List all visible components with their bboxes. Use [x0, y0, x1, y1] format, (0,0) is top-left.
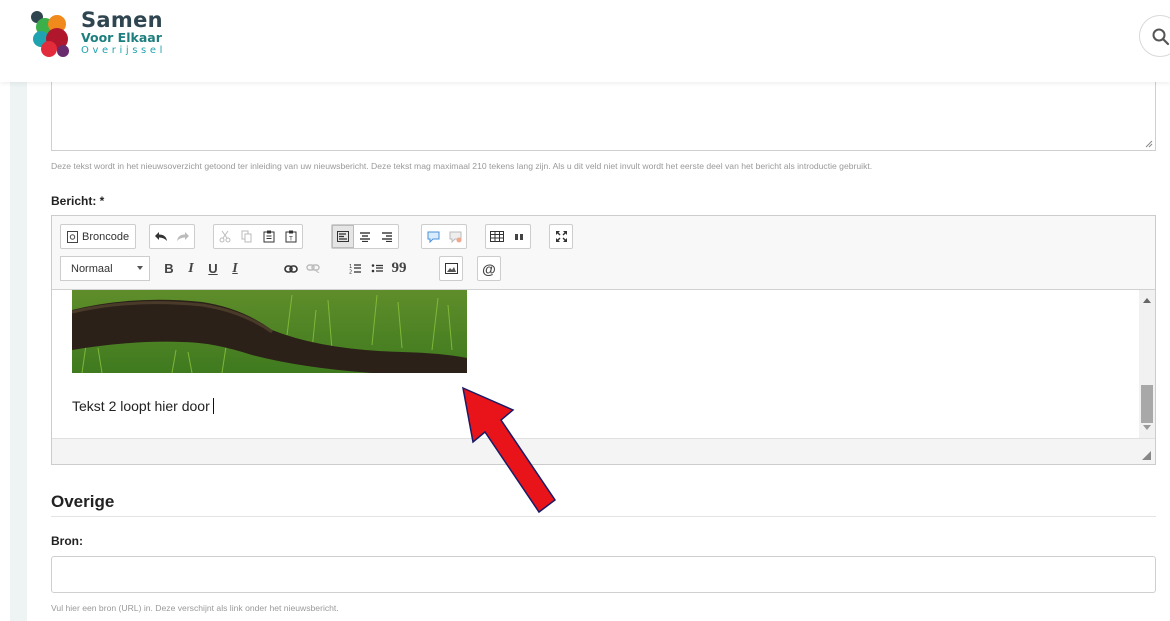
copy-icon	[241, 230, 252, 243]
columns-icon	[515, 233, 523, 240]
section-divider	[51, 516, 1156, 517]
remove-comment-icon	[449, 231, 461, 243]
chevron-down-icon	[137, 266, 143, 270]
table-group	[485, 224, 531, 249]
basic-styles-group: B I U I	[158, 256, 246, 281]
source-button[interactable]: Broncode	[61, 225, 135, 248]
image-group	[439, 256, 463, 281]
table-icon	[490, 231, 504, 242]
comment-button[interactable]	[422, 225, 444, 248]
logo-title: Samen	[81, 8, 163, 32]
link-button[interactable]	[280, 257, 302, 280]
source-help-text: Vul hier een bron (URL) in. Deze verschi…	[51, 603, 339, 613]
paste-text-button[interactable]: T	[280, 225, 302, 248]
site-logo[interactable]: Samen Voor Elkaar Overijssel	[27, 9, 177, 61]
left-sidebar-stripe	[10, 82, 27, 621]
paste-icon	[263, 230, 275, 243]
columns-button[interactable]	[508, 225, 530, 248]
search-button[interactable]	[1139, 15, 1170, 57]
text-cursor	[212, 398, 214, 414]
editor-content-area[interactable]: Tekst 2 loopt hier door	[52, 290, 1155, 438]
editor-resize-icon[interactable]	[1142, 451, 1151, 460]
image-button[interactable]	[440, 257, 462, 280]
logo-region: Overijssel	[81, 45, 166, 56]
format-select-value: Normaal	[71, 262, 113, 275]
align-left-button[interactable]	[332, 225, 354, 248]
list-group: 12 99	[344, 256, 410, 281]
bold-button[interactable]: B	[158, 257, 180, 280]
paste-button[interactable]	[258, 225, 280, 248]
clipboard-group: T	[213, 224, 303, 249]
unlink-icon	[306, 264, 320, 273]
history-group	[149, 224, 195, 249]
site-header: Samen Voor Elkaar Overijssel	[0, 0, 1170, 82]
svg-text:T: T	[288, 236, 293, 243]
redo-button[interactable]	[172, 225, 194, 248]
cut-icon	[219, 230, 231, 243]
remove-format-button[interactable]: I	[224, 257, 246, 280]
editor-paragraph: Tekst 2 loopt hier door	[72, 398, 214, 414]
source-label: Bron:	[51, 534, 83, 548]
cut-button[interactable]	[214, 225, 236, 248]
svg-text:2: 2	[349, 270, 352, 275]
bulleted-list-icon	[371, 264, 383, 273]
maximize-icon	[555, 231, 567, 242]
undo-icon	[155, 231, 167, 241]
mention-group: @	[477, 256, 501, 281]
table-button[interactable]	[486, 225, 508, 248]
content-image	[72, 290, 467, 373]
source-button-label: Broncode	[82, 230, 130, 243]
source-icon	[67, 230, 78, 243]
align-center-button[interactable]	[354, 225, 376, 248]
copy-button[interactable]	[236, 225, 258, 248]
link-group	[280, 256, 324, 281]
maximize-button[interactable]	[550, 225, 572, 248]
annotation-arrow-icon	[462, 386, 557, 514]
editor-statusbar	[52, 438, 1155, 464]
rich-text-editor: Broncode T Normaal B I U I 1 2 99 @ Teks…	[51, 215, 1156, 465]
scrollbar-thumb[interactable]	[1141, 385, 1153, 423]
mention-button[interactable]: @	[478, 257, 500, 280]
comment-group	[421, 224, 467, 249]
remove-comment-button[interactable]	[444, 225, 466, 248]
intro-textarea[interactable]	[51, 82, 1156, 151]
numbered-list-icon: 12	[349, 264, 361, 275]
align-right-button[interactable]	[376, 225, 398, 248]
search-icon	[1152, 28, 1170, 46]
comment-icon	[427, 231, 439, 243]
unlink-button[interactable]	[302, 257, 324, 280]
logo-mark-icon	[31, 11, 69, 57]
paste-text-icon: T	[285, 230, 297, 243]
scroll-down-icon[interactable]	[1143, 425, 1151, 430]
italic-button[interactable]: I	[180, 257, 202, 280]
editor-toolbar: Broncode T Normaal B I U I 1 2 99 @	[52, 216, 1155, 290]
align-center-icon	[360, 232, 370, 242]
image-icon	[444, 263, 458, 274]
source-url-input[interactable]	[51, 556, 1156, 593]
format-select[interactable]: Normaal	[60, 256, 150, 281]
align-group	[331, 224, 399, 249]
link-icon	[284, 264, 298, 273]
scroll-up-icon[interactable]	[1143, 298, 1151, 303]
logo-subtitle: Voor Elkaar	[81, 30, 162, 45]
source-group: Broncode	[60, 224, 137, 249]
message-label: Bericht: *	[51, 194, 105, 208]
resize-grip-icon[interactable]	[1145, 140, 1153, 148]
underline-button[interactable]: U	[202, 257, 224, 280]
undo-button[interactable]	[150, 225, 172, 248]
intro-help-text: Deze tekst wordt in het nieuwsoverzicht …	[51, 161, 873, 171]
redo-icon	[177, 231, 189, 241]
editor-scrollbar[interactable]	[1139, 290, 1155, 438]
bulleted-list-button[interactable]	[366, 257, 388, 280]
align-left-icon	[337, 231, 349, 242]
align-right-icon	[382, 232, 392, 242]
maximize-group	[549, 224, 573, 249]
numbered-list-button[interactable]: 12	[344, 257, 366, 280]
blockquote-button[interactable]: 99	[388, 257, 410, 280]
section-title-overige: Overige	[51, 492, 115, 511]
editor-paragraph-text: Tekst 2 loopt hier door	[72, 398, 210, 414]
